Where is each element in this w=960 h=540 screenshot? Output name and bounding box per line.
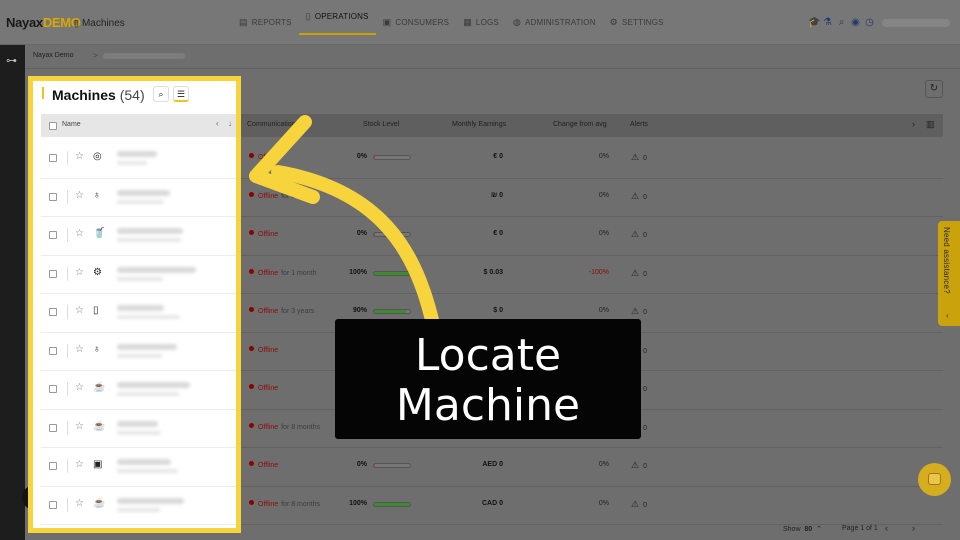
callout-text: Locate Machine <box>335 331 641 431</box>
callout-arrow <box>249 115 439 327</box>
callout-line-2: Machine <box>395 380 581 431</box>
arrow-head <box>249 115 320 204</box>
callout-line-1: Locate <box>414 330 562 381</box>
callout-box: Locate Machine <box>335 319 641 439</box>
